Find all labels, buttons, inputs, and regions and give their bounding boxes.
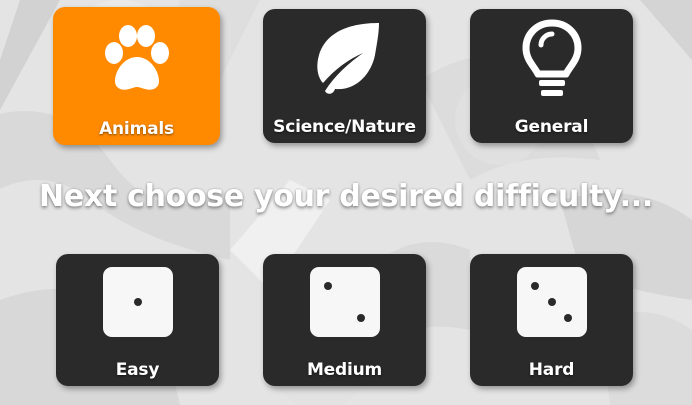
category-label: Animals xyxy=(99,119,174,139)
category-label: Science/Nature xyxy=(273,117,416,137)
difficulty-card-hard[interactable]: Hard xyxy=(470,254,633,386)
category-label: General xyxy=(514,117,589,137)
die-pip xyxy=(133,298,142,306)
die-pip xyxy=(531,281,540,290)
paw-icon xyxy=(104,25,169,90)
difficulty-label: Easy xyxy=(115,360,160,380)
category-card-animals[interactable]: Animals xyxy=(53,7,220,145)
die-pip xyxy=(356,314,365,323)
category-card-science-nature[interactable]: Science/Nature xyxy=(263,9,426,143)
die-pip xyxy=(563,314,572,323)
difficulty-label: Medium xyxy=(306,360,383,380)
difficulty-label: Hard xyxy=(528,360,575,380)
die-three-icon xyxy=(516,267,587,337)
difficulty-heading: Next choose your desired difficulty... xyxy=(39,179,653,214)
difficulty-card-medium[interactable]: Medium xyxy=(263,254,426,386)
die-two-icon xyxy=(309,267,380,337)
die-pip xyxy=(547,298,556,306)
die-one-icon xyxy=(102,267,173,337)
leaf-icon xyxy=(316,23,379,94)
difficulty-card-easy[interactable]: Easy xyxy=(56,254,219,386)
category-card-general[interactable]: General xyxy=(470,9,633,143)
lightbulb-icon xyxy=(522,19,581,96)
die-pip xyxy=(324,281,333,290)
